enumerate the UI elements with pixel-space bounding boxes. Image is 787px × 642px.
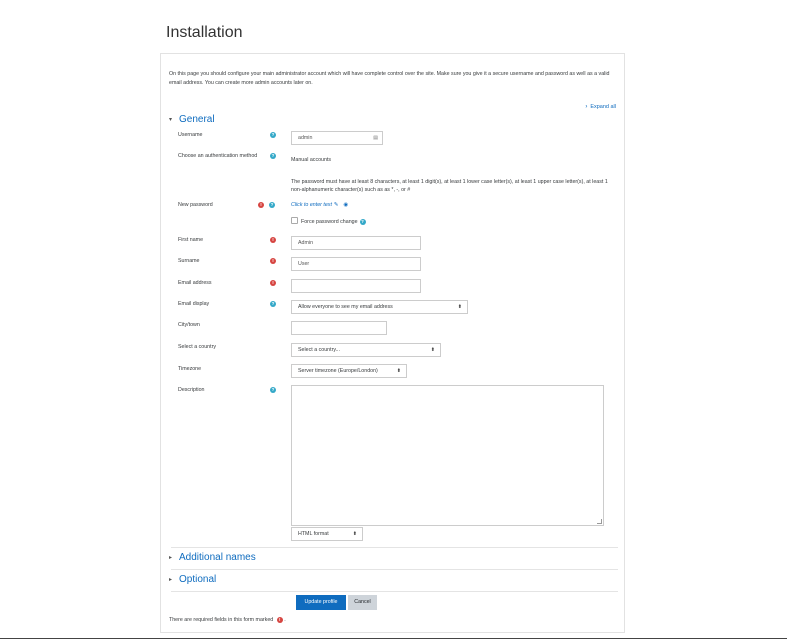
email-display-label: Email display: [178, 301, 210, 307]
help-icon[interactable]: ?: [269, 202, 275, 208]
section-general-toggle[interactable]: ▾ General: [169, 114, 215, 125]
section-divider: [171, 547, 618, 548]
install-form-card: On this page you should configure your m…: [160, 53, 625, 633]
username-label: Username: [178, 132, 203, 138]
required-icon: !: [270, 280, 276, 286]
select-caret-icon: ⬍: [352, 531, 357, 537]
required-fields-note: There are required fields in this form m…: [169, 617, 286, 623]
text-format-value: HTML format: [298, 531, 329, 537]
intro-text: On this page you should configure your m…: [169, 71, 610, 86]
text-format-select[interactable]: HTML format ⬍: [291, 527, 363, 541]
country-label: Select a country: [178, 344, 216, 350]
help-icon[interactable]: ?: [359, 219, 366, 225]
expand-all-link[interactable]: › Expand all: [585, 104, 616, 110]
force-password-change-label: Force password change: [301, 219, 358, 225]
section-additional-names-label: Additional names: [179, 552, 256, 563]
expand-all-label: Expand all: [590, 104, 616, 110]
surname-label: Surname: [178, 258, 200, 264]
select-caret-icon: ⬍: [457, 304, 462, 310]
description-textarea[interactable]: [291, 385, 604, 526]
chevron-right-icon: ›: [585, 104, 588, 110]
country-value: Select a country...: [298, 347, 341, 353]
country-select[interactable]: Select a country... ⬍: [291, 343, 441, 357]
required-note-end: .: [284, 617, 286, 623]
city-label: City/town: [178, 322, 200, 328]
select-caret-icon: ⬍: [396, 368, 401, 374]
pencil-icon: ✎: [333, 202, 339, 208]
first-name-input[interactable]: Admin: [291, 236, 421, 250]
help-icon[interactable]: ?: [270, 387, 276, 393]
new-password-editable[interactable]: Click to enter text ✎ ◉: [291, 202, 348, 208]
cancel-button[interactable]: Cancel: [348, 595, 377, 610]
new-password-label: New password: [178, 202, 213, 208]
surname-input[interactable]: User: [291, 257, 421, 271]
section-divider: [171, 591, 618, 592]
chevron-right-icon: ▸: [169, 577, 173, 583]
force-password-change-row: Force password change?: [291, 217, 366, 226]
username-value: admin: [298, 135, 313, 141]
update-profile-button[interactable]: Update profile: [296, 595, 346, 610]
keychain-icon: ▤: [373, 135, 378, 141]
section-additional-names-toggle[interactable]: ▸ Additional names: [169, 552, 256, 563]
email-display-value: Allow everyone to see my email address: [298, 304, 393, 310]
eye-icon[interactable]: ◉: [343, 202, 348, 208]
help-icon[interactable]: ?: [270, 301, 276, 307]
first-name-label: First name: [178, 237, 204, 243]
select-caret-icon: ⬍: [430, 347, 435, 353]
chevron-down-icon: ▾: [169, 117, 173, 123]
required-icon: !: [258, 202, 264, 208]
required-note-text: There are required fields in this form m…: [169, 617, 274, 623]
section-general-label: General: [179, 114, 215, 125]
help-icon[interactable]: ?: [270, 132, 276, 138]
section-optional-label: Optional: [179, 574, 217, 585]
window-bottom-border: [0, 638, 787, 639]
timezone-label: Timezone: [178, 366, 202, 372]
new-password-link-text: Click to enter text: [291, 202, 332, 208]
help-icon[interactable]: ?: [270, 153, 276, 159]
timezone-value: Server timezone (Europe/London): [298, 368, 378, 374]
required-icon: !: [270, 258, 276, 264]
page-title: Installation: [166, 24, 243, 41]
auth-method-label: Choose an authentication method: [178, 153, 258, 159]
email-label: Email address: [178, 280, 212, 286]
auth-method-value: Manual accounts: [291, 157, 332, 163]
city-input[interactable]: [291, 321, 387, 335]
username-input[interactable]: admin ▤: [291, 131, 383, 145]
required-icon: !: [276, 617, 283, 623]
description-label: Description: [178, 387, 205, 393]
section-divider: [171, 569, 618, 570]
resize-handle-icon[interactable]: [597, 519, 602, 524]
chevron-right-icon: ▸: [169, 555, 173, 561]
force-password-change-checkbox[interactable]: [291, 217, 298, 224]
timezone-select[interactable]: Server timezone (Europe/London) ⬍: [291, 364, 407, 378]
section-optional-toggle[interactable]: ▸ Optional: [169, 574, 216, 585]
email-display-select[interactable]: Allow everyone to see my email address ⬍: [291, 300, 468, 314]
password-policy-text: The password must have at least 8 charac…: [291, 179, 608, 193]
required-icon: !: [270, 237, 276, 243]
email-input[interactable]: [291, 279, 421, 293]
